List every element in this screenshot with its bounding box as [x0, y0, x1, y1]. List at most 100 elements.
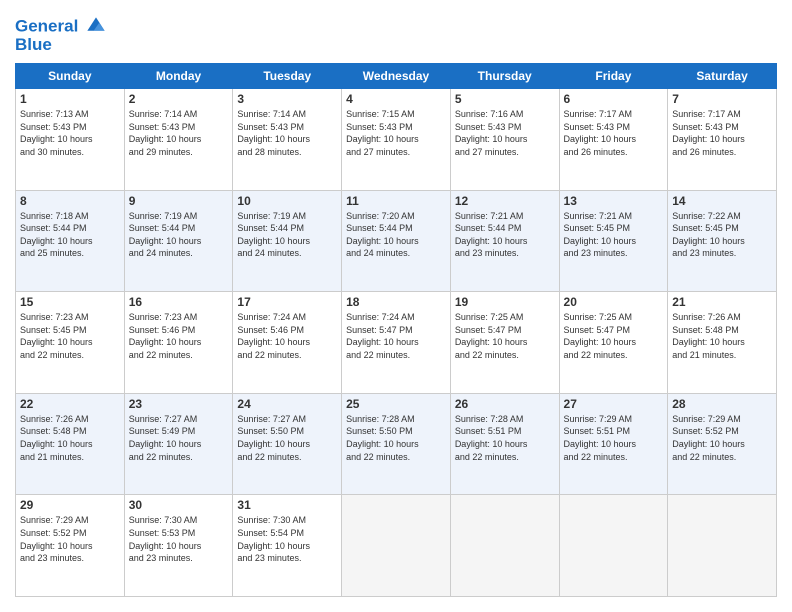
weekday-header-saturday: Saturday [668, 64, 777, 89]
day-number: 28 [672, 397, 772, 411]
empty-cell [559, 495, 668, 597]
day-info: Sunrise: 7:26 AM Sunset: 5:48 PM Dayligh… [672, 311, 772, 361]
day-number: 10 [237, 194, 337, 208]
day-number: 30 [129, 498, 229, 512]
day-info: Sunrise: 7:21 AM Sunset: 5:44 PM Dayligh… [455, 210, 555, 260]
day-info: Sunrise: 7:27 AM Sunset: 5:49 PM Dayligh… [129, 413, 229, 463]
day-cell-19: 19 Sunrise: 7:25 AM Sunset: 5:47 PM Dayli… [450, 292, 559, 394]
day-cell-23: 23 Sunrise: 7:27 AM Sunset: 5:49 PM Dayli… [124, 393, 233, 495]
day-number: 8 [20, 194, 120, 208]
day-cell-21: 21 Sunrise: 7:26 AM Sunset: 5:48 PM Dayli… [668, 292, 777, 394]
day-cell-2: 2 Sunrise: 7:14 AM Sunset: 5:43 PM Daylig… [124, 89, 233, 191]
empty-cell [342, 495, 451, 597]
page-header: General Blue [15, 15, 777, 55]
day-info: Sunrise: 7:24 AM Sunset: 5:46 PM Dayligh… [237, 311, 337, 361]
day-cell-26: 26Sunrise: 7:28 AM Sunset: 5:51 PM Dayli… [450, 393, 559, 495]
logo: General Blue [15, 15, 107, 55]
day-number: 9 [129, 194, 229, 208]
day-cell-11: 11 Sunrise: 7:20 AM Sunset: 5:44 PM Dayli… [342, 190, 451, 292]
day-number: 3 [237, 92, 337, 106]
day-number: 29 [20, 498, 120, 512]
day-info: Sunrise: 7:19 AM Sunset: 5:44 PM Dayligh… [129, 210, 229, 260]
weekday-header-wednesday: Wednesday [342, 64, 451, 89]
day-info: Sunrise: 7:14 AM Sunset: 5:43 PM Dayligh… [237, 108, 337, 158]
day-number: 16 [129, 295, 229, 309]
day-info: Sunrise: 7:22 AM Sunset: 5:45 PM Dayligh… [672, 210, 772, 260]
day-number: 1 [20, 92, 120, 106]
day-number: 31 [237, 498, 337, 512]
weekday-header-monday: Monday [124, 64, 233, 89]
weekday-header-friday: Friday [559, 64, 668, 89]
day-cell-28: 28 Sunrise: 7:29 AM Sunset: 5:52 PM Dayli… [668, 393, 777, 495]
day-info: Sunrise: 7:20 AM Sunset: 5:44 PM Dayligh… [346, 210, 446, 260]
weekday-header-sunday: Sunday [16, 64, 125, 89]
day-number: 24 [237, 397, 337, 411]
day-number: 15 [20, 295, 120, 309]
day-cell-6: 6 Sunrise: 7:17 AM Sunset: 5:43 PM Daylig… [559, 89, 668, 191]
day-info: Sunrise: 7:25 AM Sunset: 5:47 PM Dayligh… [564, 311, 664, 361]
day-cell-24: 24 Sunrise: 7:27 AM Sunset: 5:50 PM Dayli… [233, 393, 342, 495]
day-info: Sunrise: 7:21 AM Sunset: 5:45 PM Dayligh… [564, 210, 664, 260]
day-cell-29: 29 Sunrise: 7:29 AM Sunset: 5:52 PM Dayli… [16, 495, 125, 597]
day-info: Sunrise: 7:16 AM Sunset: 5:43 PM Dayligh… [455, 108, 555, 158]
day-cell-4: 4 Sunrise: 7:15 AM Sunset: 5:43 PM Daylig… [342, 89, 451, 191]
day-cell-10: 10 Sunrise: 7:19 AM Sunset: 5:44 PM Dayli… [233, 190, 342, 292]
day-cell-14: 14 Sunrise: 7:22 AM Sunset: 5:45 PM Dayli… [668, 190, 777, 292]
day-number: 7 [672, 92, 772, 106]
day-cell-13: 13 Sunrise: 7:21 AM Sunset: 5:45 PM Dayli… [559, 190, 668, 292]
day-info: Sunrise: 7:14 AM Sunset: 5:43 PM Dayligh… [129, 108, 229, 158]
day-info: Sunrise: 7:27 AM Sunset: 5:50 PM Dayligh… [237, 413, 337, 463]
day-number: 23 [129, 397, 229, 411]
day-info: Sunrise: 7:19 AM Sunset: 5:44 PM Dayligh… [237, 210, 337, 260]
day-info: Sunrise: 7:25 AM Sunset: 5:47 PM Dayligh… [455, 311, 555, 361]
empty-cell [668, 495, 777, 597]
day-number: 19 [455, 295, 555, 309]
day-cell-30: 30 Sunrise: 7:30 AM Sunset: 5:53 PM Dayli… [124, 495, 233, 597]
day-cell-25: 25 Sunrise: 7:28 AM Sunset: 5:50 PM Dayli… [342, 393, 451, 495]
day-info: Sunrise: 7:17 AM Sunset: 5:43 PM Dayligh… [672, 108, 772, 158]
day-cell-3: 3 Sunrise: 7:14 AM Sunset: 5:43 PM Daylig… [233, 89, 342, 191]
day-number: 17 [237, 295, 337, 309]
day-info: Sunrise: 7:28 AM Sunset: 5:50 PM Dayligh… [346, 413, 446, 463]
day-cell-5: 5 Sunrise: 7:16 AM Sunset: 5:43 PM Daylig… [450, 89, 559, 191]
day-number: 11 [346, 194, 446, 208]
day-cell-27: 27Sunrise: 7:29 AM Sunset: 5:51 PM Dayli… [559, 393, 668, 495]
day-info: Sunrise: 7:29 AM Sunset: 5:52 PM Dayligh… [672, 413, 772, 463]
day-cell-1: 1 Sunrise: 7:13 AM Sunset: 5:43 PM Daylig… [16, 89, 125, 191]
day-cell-17: 17 Sunrise: 7:24 AM Sunset: 5:46 PM Dayli… [233, 292, 342, 394]
day-cell-20: 20 Sunrise: 7:25 AM Sunset: 5:47 PM Dayli… [559, 292, 668, 394]
day-number: 22 [20, 397, 120, 411]
day-cell-16: 16 Sunrise: 7:23 AM Sunset: 5:46 PM Dayli… [124, 292, 233, 394]
day-number: 18 [346, 295, 446, 309]
day-number: 6 [564, 92, 664, 106]
day-number: 2 [129, 92, 229, 106]
day-number: 20 [564, 295, 664, 309]
day-info: Sunrise: 7:18 AM Sunset: 5:44 PM Dayligh… [20, 210, 120, 260]
day-info: Sunrise: 7:29 AM Sunset: 5:52 PM Dayligh… [20, 514, 120, 564]
day-info: Sunrise: 7:29 AM Sunset: 5:51 PM Dayligh… [564, 413, 664, 463]
day-info: Sunrise: 7:15 AM Sunset: 5:43 PM Dayligh… [346, 108, 446, 158]
day-info: Sunrise: 7:13 AM Sunset: 5:43 PM Dayligh… [20, 108, 120, 158]
day-info: Sunrise: 7:30 AM Sunset: 5:54 PM Dayligh… [237, 514, 337, 564]
day-cell-15: 15Sunrise: 7:23 AM Sunset: 5:45 PM Dayli… [16, 292, 125, 394]
day-cell-12: 12 Sunrise: 7:21 AM Sunset: 5:44 PM Dayli… [450, 190, 559, 292]
day-cell-22: 22Sunrise: 7:26 AM Sunset: 5:48 PM Dayli… [16, 393, 125, 495]
day-number: 21 [672, 295, 772, 309]
day-info: Sunrise: 7:24 AM Sunset: 5:47 PM Dayligh… [346, 311, 446, 361]
day-cell-31: 31 Sunrise: 7:30 AM Sunset: 5:54 PM Dayli… [233, 495, 342, 597]
calendar-table: SundayMondayTuesdayWednesdayThursdayFrid… [15, 63, 777, 597]
day-number: 5 [455, 92, 555, 106]
day-info: Sunrise: 7:30 AM Sunset: 5:53 PM Dayligh… [129, 514, 229, 564]
day-cell-7: 7 Sunrise: 7:17 AM Sunset: 5:43 PM Daylig… [668, 89, 777, 191]
day-cell-8: 8 Sunrise: 7:18 AM Sunset: 5:44 PM Daylig… [16, 190, 125, 292]
day-info: Sunrise: 7:23 AM Sunset: 5:46 PM Dayligh… [129, 311, 229, 361]
day-number: 14 [672, 194, 772, 208]
day-info: Sunrise: 7:17 AM Sunset: 5:43 PM Dayligh… [564, 108, 664, 158]
day-number: 4 [346, 92, 446, 106]
day-cell-18: 18 Sunrise: 7:24 AM Sunset: 5:47 PM Dayli… [342, 292, 451, 394]
day-number: 12 [455, 194, 555, 208]
day-number: 25 [346, 397, 446, 411]
logo-general: General [15, 16, 78, 35]
day-info: Sunrise: 7:28 AM Sunset: 5:51 PM Dayligh… [455, 413, 555, 463]
day-number: 13 [564, 194, 664, 208]
